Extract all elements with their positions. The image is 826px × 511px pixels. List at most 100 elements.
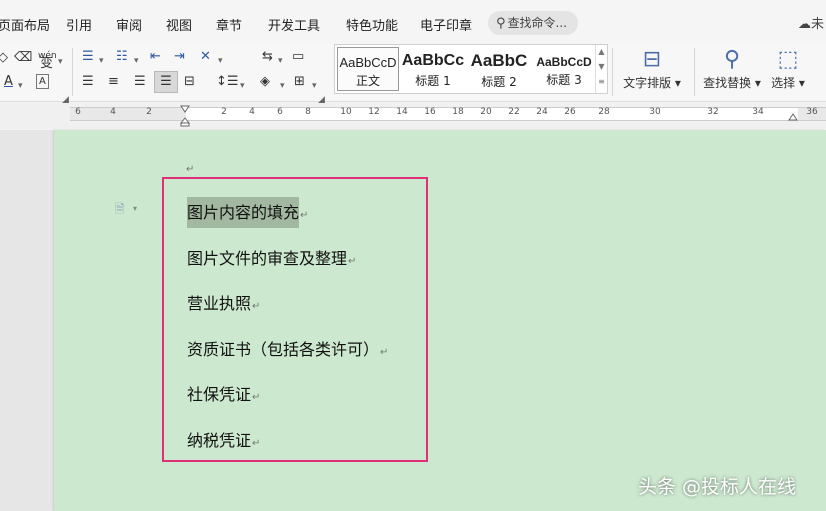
text-layout-label: 文字排版 ▾ [623, 76, 681, 90]
style-sample-heading-1: AaBbCc [401, 52, 465, 69]
paragraph-mark: ↵ [348, 256, 357, 267]
ribbon-separator [694, 48, 695, 96]
list-item-text: 资质证书（包括各类许可） [187, 340, 380, 359]
find-replace-button[interactable]: ⚲ 查找替换 ▾ [702, 46, 762, 91]
style-heading-3[interactable]: AaBbCcD 标题 3 [533, 47, 595, 91]
chinese-layout-icon[interactable]: ✕ [200, 49, 211, 65]
chevron-down-icon[interactable]: ▾ [280, 78, 285, 94]
borders-icon[interactable]: ⊞ [294, 74, 305, 90]
menu-developer-tools[interactable]: 开发工具 [268, 15, 320, 34]
menu-page-layout[interactable]: 页面布局 [0, 15, 50, 34]
justify-align-icon[interactable]: ☰ [154, 71, 178, 93]
paragraph-mark: ↵ [300, 210, 309, 221]
style-normal[interactable]: AaBbCcD 正文 [337, 47, 399, 91]
ribbon-toolbar: ◇ ⌫ wén 变 ▾ A ▾ A ◢ ☰ ▾ ☷ ▾ ⇤ ⇥ ✕ ▾ ⇆ ▾ … [0, 44, 826, 105]
chevron-down-icon[interactable]: ▾ [58, 54, 63, 70]
cloud-sync-status[interactable]: ☁未 [798, 13, 824, 32]
menu-review[interactable]: 审阅 [116, 15, 142, 34]
find-replace-label: 查找替换 ▾ [703, 76, 761, 90]
empty-paragraph-mark: ↵ [186, 164, 195, 175]
style-sample-heading-2: AaBbC [470, 51, 528, 70]
ruler-tick: 30 [649, 107, 661, 117]
ruler-tick: 28 [598, 107, 610, 117]
list-item-text: 纳税凭证 [187, 431, 252, 450]
increase-indent-icon[interactable]: ⇥ [174, 49, 185, 65]
document-outline-icon[interactable]: 🗎 [115, 200, 125, 221]
expand-gallery-icon[interactable]: ≡ [596, 77, 607, 86]
bullet-list-icon[interactable]: ☰ [82, 49, 94, 65]
align-center-icon[interactable]: ≡ [108, 74, 119, 90]
shading-icon[interactable]: ◈ [260, 74, 270, 90]
chevron-down-icon[interactable]: ▾ [240, 78, 245, 94]
paragraph-mark: ↵ [252, 438, 261, 449]
ruler-tick: 18 [452, 107, 464, 117]
style-heading-1[interactable]: AaBbCc 标题 1 [401, 47, 465, 91]
list-item[interactable]: 图片内容的填充↵ [187, 197, 309, 228]
list-item[interactable]: 社保凭证↵ [187, 381, 260, 405]
menu-references[interactable]: 引用 [66, 15, 92, 34]
ruler-tick: 2 [146, 107, 152, 117]
select-button[interactable]: ⬚ 选择 ▾ [768, 46, 808, 91]
menu-section[interactable]: 章节 [216, 15, 242, 34]
menu-special-features[interactable]: 特色功能 [346, 15, 398, 34]
style-sample-normal: AaBbCcD [339, 55, 397, 70]
ruler-tick: 36 [806, 107, 818, 117]
paragraph-mark: ↵ [252, 392, 261, 403]
align-right-icon[interactable]: ☰ [134, 74, 146, 90]
chevron-down-icon[interactable]: ▾ [133, 204, 137, 213]
cloud-icon: ☁ [798, 17, 811, 32]
list-item[interactable]: 图片文件的审查及整理↵ [187, 245, 356, 269]
select-cursor-icon: ⬚ [777, 47, 799, 72]
align-left-icon[interactable]: ☰ [82, 74, 94, 90]
menu-view[interactable]: 视图 [166, 15, 192, 34]
chevron-down-icon[interactable]: ▾ [278, 53, 283, 69]
eraser-icon[interactable]: ⌫ [14, 50, 32, 66]
ruler-tick: 8 [305, 107, 311, 117]
style-heading-2[interactable]: AaBbC 标题 2 [467, 47, 531, 91]
list-item[interactable]: 资质证书（包括各类许可）↵ [187, 336, 388, 360]
search-icon: ⚲ [496, 16, 506, 31]
ruler-tick: 6 [75, 107, 81, 117]
list-item[interactable]: 纳税凭证↵ [187, 427, 260, 451]
ruler-tick: 6 [277, 107, 283, 117]
style-name-normal: 正文 [355, 74, 380, 88]
line-spacing-icon[interactable]: ↕☰ [216, 74, 239, 90]
distributed-align-icon[interactable]: ⊟ [184, 74, 195, 90]
ruler-tick: 16 [424, 107, 436, 117]
menu-bar: 页面布局 引用 审阅 视图 章节 开发工具 特色功能 电子印章 ⚲ 查找命令...… [0, 0, 826, 44]
right-indent-marker-icon[interactable] [788, 113, 798, 123]
text-layout-button[interactable]: ⊟ 文字排版 ▾ [622, 46, 682, 91]
ruler-margin-left [70, 107, 186, 121]
character-border-icon[interactable]: A [36, 74, 49, 89]
ruler-tick: 2 [221, 107, 227, 117]
chevron-down-icon[interactable]: ▾ [18, 78, 23, 94]
phonetic-icon: 变 [40, 56, 54, 71]
list-item-text: 社保凭证 [187, 385, 252, 404]
ruler-tick: 12 [368, 107, 380, 117]
chevron-up-icon[interactable]: ▲ [596, 47, 607, 56]
horizontal-ruler[interactable]: 6 4 2 2 4 6 8 10 12 14 16 18 20 22 24 26… [0, 103, 826, 129]
text-direction-icon[interactable]: ⇆ [262, 49, 273, 65]
chevron-down-icon[interactable]: ▾ [312, 78, 317, 94]
cloud-status-label: 未 [811, 17, 825, 32]
chevron-down-icon[interactable]: ▾ [218, 53, 223, 69]
font-color-icon[interactable]: ◇ [0, 50, 8, 66]
table-border-icon[interactable]: ▭ [292, 49, 304, 65]
numbered-list-icon[interactable]: ☷ [116, 49, 128, 65]
chevron-down-icon[interactable]: ▾ [134, 53, 139, 69]
chevron-down-icon[interactable]: ▾ [99, 53, 104, 69]
style-name-heading-3: 标题 3 [546, 73, 582, 87]
list-item-text: 图片内容的填充 [187, 197, 300, 228]
decrease-indent-icon[interactable]: ⇤ [150, 49, 161, 65]
list-item[interactable]: 营业执照↵ [187, 290, 260, 314]
chevron-down-icon[interactable]: ▼ [596, 62, 607, 71]
style-gallery-scroll[interactable]: ▲ ▼ ≡ [595, 45, 607, 93]
indent-marker-icon[interactable] [180, 105, 190, 127]
ribbon-separator [612, 48, 613, 96]
text-color-icon[interactable]: A [4, 74, 13, 90]
page-gutter [0, 130, 54, 511]
select-label: 选择 ▾ [771, 76, 805, 90]
menu-electronic-seal[interactable]: 电子印章 [420, 15, 472, 34]
command-search[interactable]: ⚲ 查找命令... [488, 11, 578, 35]
ruler-tick: 4 [249, 107, 255, 117]
